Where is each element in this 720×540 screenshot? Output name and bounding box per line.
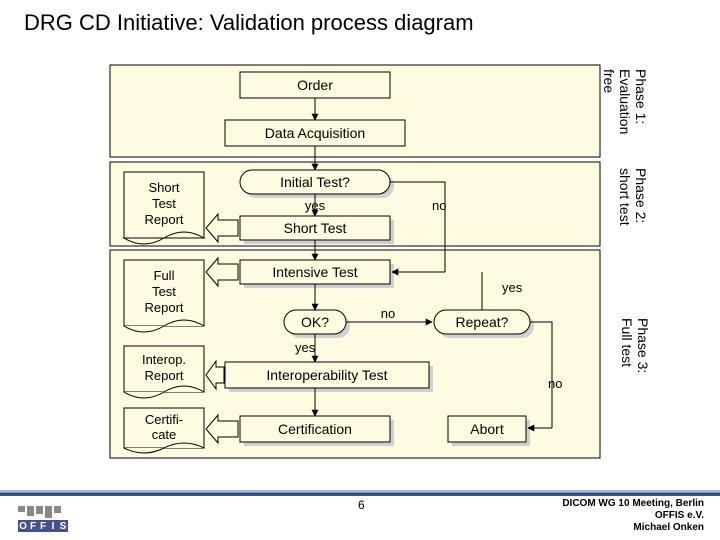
- svg-text:Initial Test?: Initial Test?: [280, 174, 350, 190]
- svg-text:no: no: [432, 198, 446, 213]
- process-diagram: Phase 1: Evaluation free Phase 2: short …: [0, 0, 720, 540]
- footer-credits: DICOM WG 10 Meeting, Berlin OFFIS e.V. M…: [562, 498, 704, 534]
- svg-text:yes: yes: [502, 280, 523, 295]
- svg-text:free: free: [601, 69, 617, 93]
- svg-text:OK?: OK?: [301, 314, 329, 330]
- svg-text:Evaluation: Evaluation: [617, 69, 633, 134]
- svg-text:Intensive Test: Intensive Test: [272, 264, 357, 280]
- svg-text:Phase 3:: Phase 3:: [635, 318, 651, 373]
- phase3-label: Phase 3:: [635, 318, 651, 373]
- page-number: 6: [358, 498, 365, 512]
- svg-text:short test: short test: [617, 168, 633, 226]
- svg-text:Abort: Abort: [470, 421, 504, 437]
- svg-text:Interoperability Test: Interoperability Test: [266, 367, 387, 383]
- svg-text:Order: Order: [297, 77, 333, 93]
- svg-text:Phase 1:: Phase 1:: [633, 69, 649, 124]
- certificate-doc: Certifi-cate: [124, 408, 204, 453]
- svg-text:no: no: [548, 376, 562, 391]
- svg-text:no: no: [381, 306, 395, 321]
- svg-text:Repeat?: Repeat?: [456, 314, 509, 330]
- short-test-report-doc: ShortTestReport: [124, 172, 204, 244]
- svg-text:Interop.Report: Interop.Report: [142, 352, 186, 383]
- phase1-label: Phase 1:: [633, 69, 649, 124]
- svg-text:yes: yes: [295, 340, 316, 355]
- offis-logo: OFFIS: [18, 506, 68, 532]
- full-test-report-doc: FullTestReport: [124, 260, 204, 332]
- svg-text:Short Test: Short Test: [284, 220, 347, 236]
- svg-text:Phase 2:: Phase 2:: [633, 168, 649, 223]
- svg-text:yes: yes: [305, 198, 326, 213]
- interop-report-doc: Interop.Report: [124, 346, 204, 398]
- phase2-label: Phase 2:: [633, 168, 649, 223]
- svg-text:Certification: Certification: [278, 421, 352, 437]
- svg-text:Data Acquisition: Data Acquisition: [265, 125, 365, 141]
- footer-divider: [0, 490, 720, 496]
- svg-text:Full test: Full test: [619, 318, 635, 367]
